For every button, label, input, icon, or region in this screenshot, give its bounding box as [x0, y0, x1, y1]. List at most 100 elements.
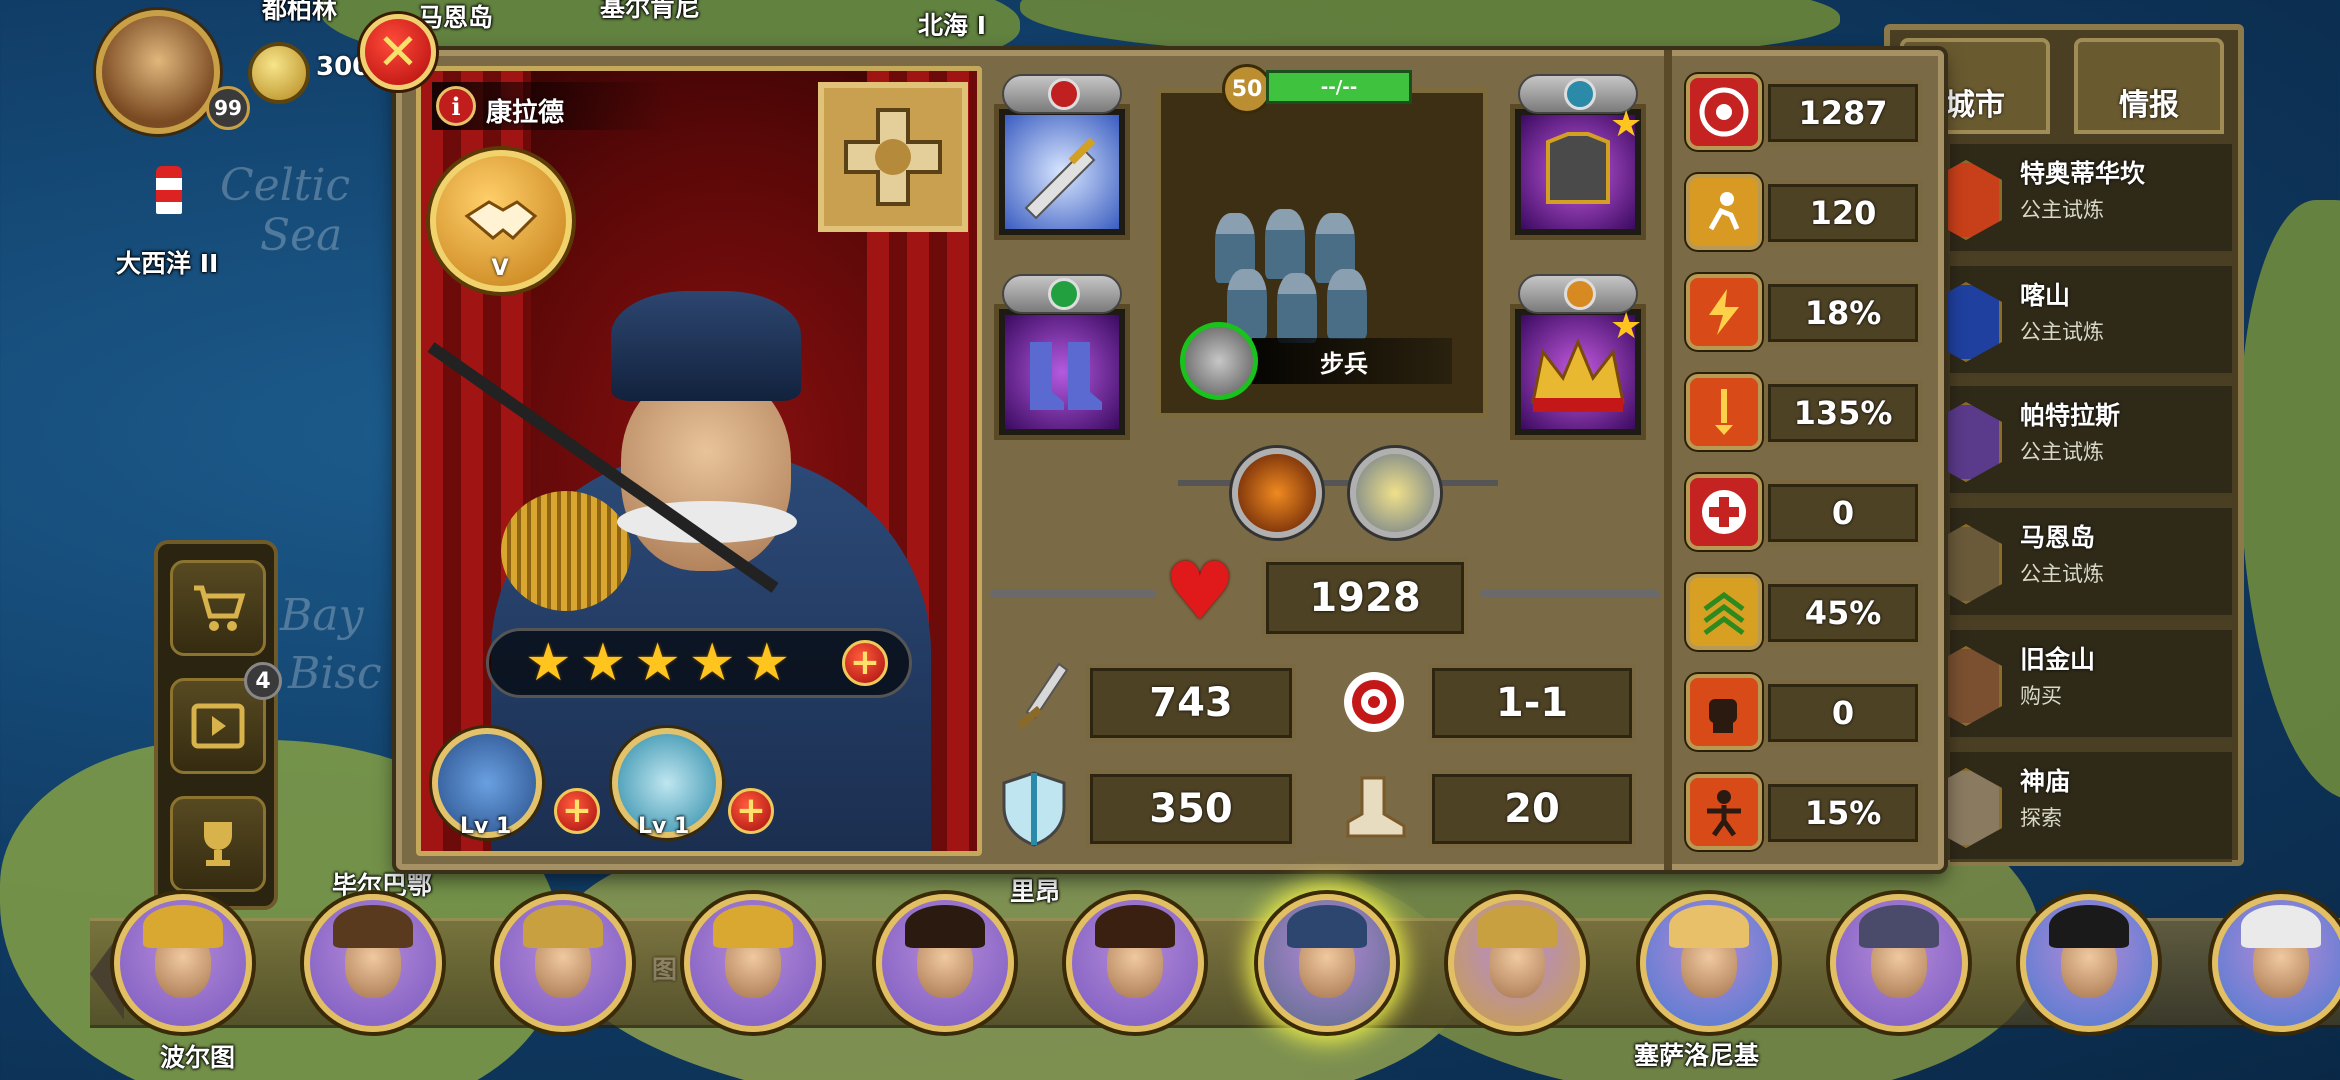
- heal-icon: [1686, 474, 1762, 550]
- coin-icon: [248, 42, 310, 104]
- hero-hat: [2240, 905, 2322, 948]
- skill-level: Lv 1: [638, 814, 690, 839]
- city-name: 马恩岛: [2020, 523, 2096, 552]
- lady-hero-portrait[interactable]: [1640, 894, 1778, 1032]
- city-row[interactable]: 喀山 公主试炼: [1930, 266, 2232, 376]
- city-row[interactable]: 特奥蒂华坎 公主试炼: [1930, 144, 2232, 254]
- upgrade-skill-button[interactable]: +: [728, 788, 774, 834]
- crit-damage-icon: [1686, 374, 1762, 450]
- defense-icon: [996, 766, 1072, 852]
- star-icon: ★: [634, 633, 681, 693]
- range-icon: [1334, 664, 1414, 740]
- player-level-badge: 99: [206, 86, 250, 130]
- map-label[interactable]: 波尔图: [160, 1038, 235, 1074]
- lighthouse-icon[interactable]: [156, 166, 182, 214]
- star-icon: ★: [1610, 306, 1643, 347]
- map-label[interactable]: 北海 I: [918, 6, 986, 42]
- hero-hat: [522, 905, 604, 948]
- bearded-hero-portrait[interactable]: [304, 894, 442, 1032]
- attack-icon: [1004, 660, 1074, 740]
- unit-name: 步兵: [1320, 350, 1368, 378]
- napoleon-hero-portrait[interactable]: [2020, 894, 2158, 1032]
- shop-button[interactable]: [170, 560, 266, 656]
- epaulet: [501, 491, 631, 611]
- weapon-slot-wing: [1002, 74, 1122, 114]
- boots-slot[interactable]: [994, 304, 1130, 440]
- map-label[interactable]: 都柏林: [262, 0, 337, 26]
- hero-hat: [904, 905, 986, 948]
- hp-scroll-right: [1480, 590, 1660, 598]
- hero-hat: [1094, 905, 1176, 948]
- hero-hat: [142, 905, 224, 948]
- wizard-hero-portrait[interactable]: [1830, 894, 1968, 1032]
- city-status: 公主试炼: [2020, 440, 2104, 464]
- city-name: 喀山: [2020, 281, 2071, 310]
- hero-hat: [1286, 905, 1368, 948]
- stat-value: 1287: [1764, 80, 1922, 146]
- officer-hero-portrait[interactable]: [2212, 894, 2340, 1032]
- city-status: 购买: [2020, 684, 2062, 708]
- stat-value: 0: [1764, 480, 1922, 546]
- move-value: 20: [1428, 770, 1636, 848]
- star-icon: ★: [688, 633, 736, 693]
- map-label[interactable]: 基尔肯尼: [600, 0, 700, 24]
- stat-value: 135%: [1764, 380, 1922, 446]
- map-sea-label: Sea: [260, 210, 343, 261]
- medal-icon[interactable]: [818, 82, 968, 232]
- player-avatar[interactable]: [96, 10, 220, 134]
- boots-icon: [1005, 315, 1119, 429]
- boot-move-icon: [1334, 768, 1414, 848]
- sword-icon: [1005, 115, 1119, 229]
- close-button[interactable]: ✕: [360, 14, 436, 90]
- city-status: 公主试炼: [2020, 320, 2104, 344]
- map-label[interactable]: 里昂: [1010, 872, 1060, 908]
- hero-name: 康拉德: [486, 98, 565, 128]
- city-name: 特奥蒂华坎: [2020, 159, 2146, 188]
- upgrade-skill-button[interactable]: +: [554, 788, 600, 834]
- map-sea-label: Bisc: [288, 648, 382, 699]
- armor-type-dot: [1564, 78, 1596, 110]
- city-row[interactable]: 旧金山 购买: [1930, 630, 2232, 740]
- hero-hat: [1476, 905, 1558, 948]
- hero-hat: [1858, 905, 1940, 948]
- hero-hat: [712, 905, 794, 948]
- map-label[interactable]: 马恩岛: [418, 0, 493, 34]
- map-label[interactable]: 塞萨洛尼基: [1634, 1036, 1759, 1072]
- stat-value: 18%: [1764, 280, 1922, 346]
- boots-type-dot: [1048, 278, 1080, 310]
- city-row[interactable]: 马恩岛 公主试炼: [1930, 508, 2232, 618]
- ornate-hero-portrait[interactable]: [1448, 894, 1586, 1032]
- stat-value: 120: [1764, 180, 1922, 246]
- upgrade-stars-button[interactable]: +: [842, 640, 888, 686]
- heart-icon: ♥: [1164, 545, 1236, 638]
- map-label[interactable]: 大西洋 II: [116, 244, 218, 280]
- fire-bonus-icon[interactable]: [1232, 448, 1322, 538]
- fist-icon: [1686, 674, 1762, 750]
- city-row[interactable]: 神庙 探索: [1930, 752, 2232, 862]
- city-status: 公主试炼: [2020, 562, 2104, 586]
- star-icon: ★: [579, 633, 627, 693]
- city-row[interactable]: 帕特拉斯 公主试炼: [1930, 386, 2232, 496]
- crowned-hero-portrait[interactable]: [684, 894, 822, 1032]
- medal-cross-icon: [844, 108, 942, 206]
- attack-value: 743: [1086, 664, 1296, 742]
- weapon-type-dot: [1048, 78, 1080, 110]
- hp-value: 1928: [1262, 558, 1468, 638]
- queen-hero-portrait[interactable]: [114, 894, 252, 1032]
- longhair-hero-portrait[interactable]: [1066, 894, 1204, 1032]
- unit-avatar[interactable]: [1180, 322, 1258, 400]
- tab-intel[interactable]: 情报: [2074, 38, 2224, 134]
- handshake-icon: [464, 200, 538, 241]
- conrad-hero-portrait[interactable]: [1258, 894, 1396, 1032]
- young-hero-portrait[interactable]: [876, 894, 1014, 1032]
- helmet-hero-portrait[interactable]: [494, 894, 632, 1032]
- map-land: [2240, 200, 2340, 800]
- info-icon[interactable]: i: [436, 86, 476, 126]
- shield-bonus-icon[interactable]: [1350, 448, 1440, 538]
- cart-icon: [194, 585, 246, 631]
- army-level-badge: 50: [1222, 64, 1272, 114]
- trophy-button[interactable]: [170, 796, 266, 892]
- hp-scroll-left: [990, 590, 1156, 598]
- crown-type-dot: [1564, 278, 1596, 310]
- weapon-slot[interactable]: [994, 104, 1130, 240]
